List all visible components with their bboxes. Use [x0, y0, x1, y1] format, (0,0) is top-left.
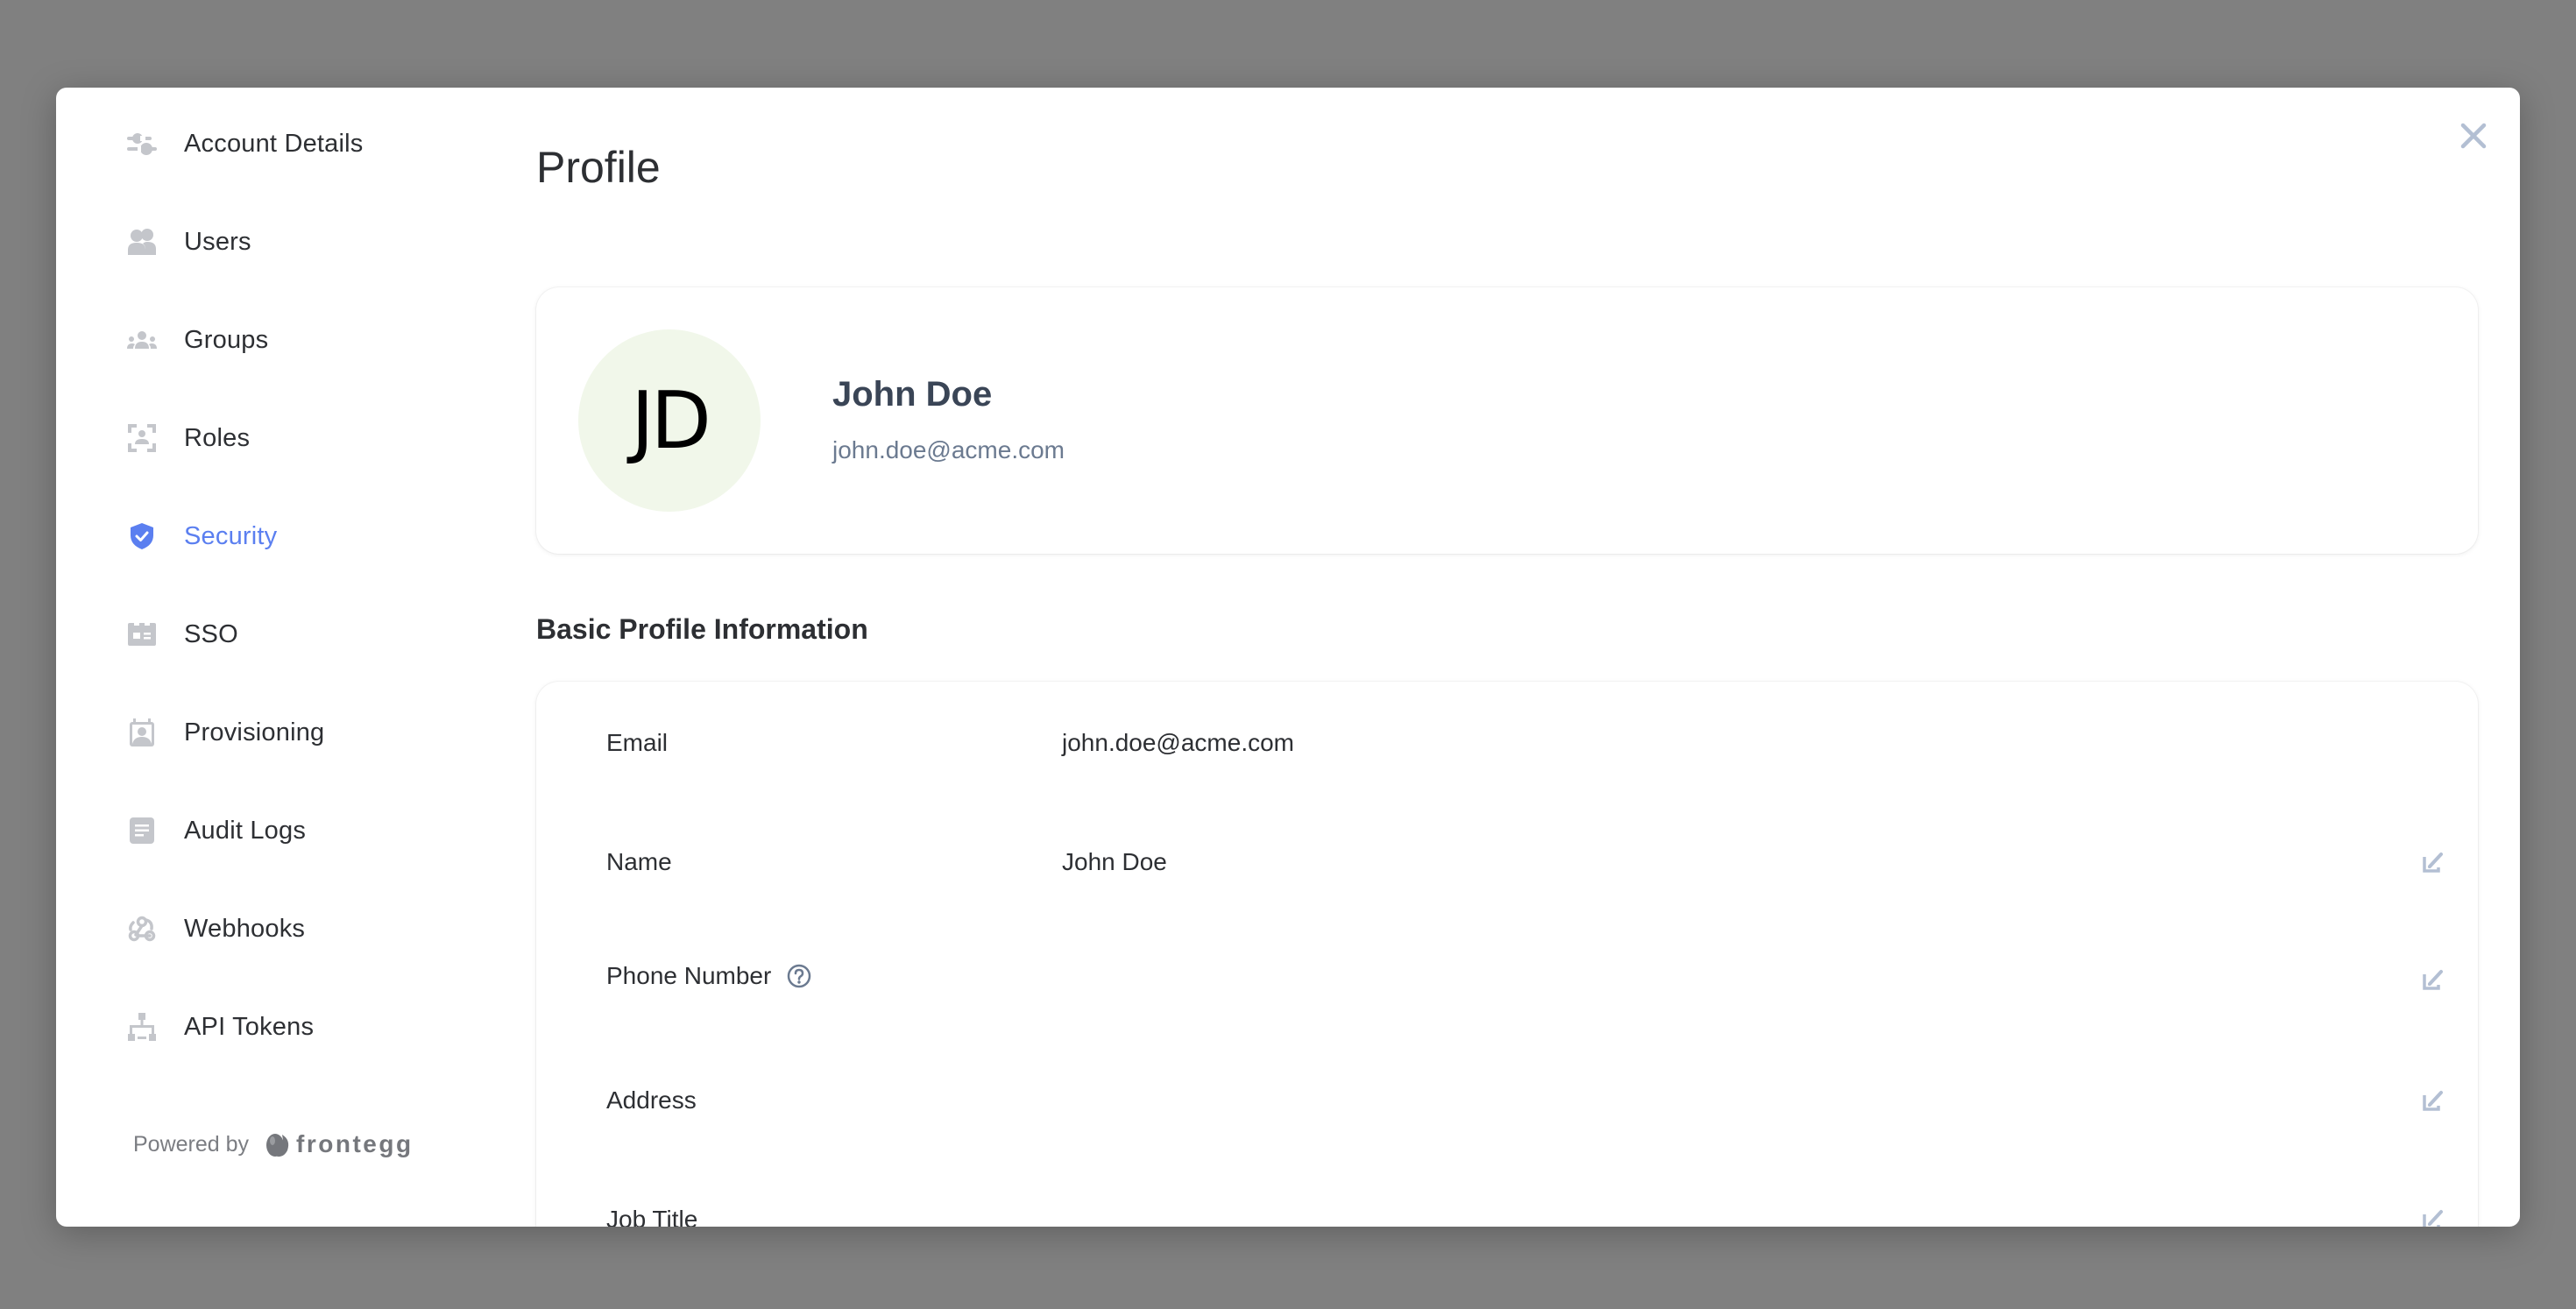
- sidebar-item-label: Users: [184, 227, 251, 256]
- profile-modal: Account Details Users Groups Roles Secur…: [56, 88, 2520, 1227]
- shield-check-icon: [126, 520, 158, 552]
- frontegg-egg-icon: [266, 1134, 289, 1157]
- provisioning-icon: [126, 717, 158, 748]
- edit-icon: [2423, 970, 2443, 990]
- sidebar-item-provisioning[interactable]: Provisioning: [126, 706, 324, 759]
- sidebar-item-groups[interactable]: Groups: [126, 314, 268, 366]
- sidebar-item-sso[interactable]: SSO: [126, 608, 238, 661]
- profile-name: John Doe: [832, 375, 993, 414]
- webhook-icon: [126, 913, 158, 945]
- section-title: Basic Profile Information: [536, 613, 868, 645]
- sidebar-item-label: Account Details: [184, 129, 364, 158]
- sidebar: Account Details Users Groups Roles Secur…: [56, 88, 512, 1227]
- edit-icon: [2423, 1091, 2443, 1111]
- frontegg-logo[interactable]: frontegg: [265, 1130, 414, 1158]
- field-label: Job Title: [606, 1206, 698, 1227]
- sidebar-item-roles[interactable]: Roles: [126, 412, 250, 464]
- sidebar-item-api-tokens[interactable]: API Tokens: [126, 1001, 314, 1053]
- field-row-name: Name John Doe: [536, 836, 2478, 888]
- field-label: Address: [606, 1086, 697, 1114]
- sidebar-item-label: Provisioning: [184, 718, 325, 746]
- sidebar-item-security[interactable]: Security: [126, 510, 277, 563]
- profile-card: JD John Doe john.doe@acme.com: [536, 287, 2478, 554]
- sidebar-item-label: Roles: [184, 423, 251, 452]
- users-icon: [126, 226, 158, 258]
- field-label: Email: [606, 729, 669, 756]
- sidebar-item-audit-logs[interactable]: Audit Logs: [126, 804, 306, 857]
- sidebar-item-account-details[interactable]: Account Details: [126, 117, 364, 170]
- sidebar-item-label: Groups: [184, 325, 269, 354]
- profile-email: john.doe@acme.com: [832, 436, 1065, 463]
- field-row-email: Email john.doe@acme.com: [536, 717, 2478, 769]
- sidebar-item-label: Audit Logs: [184, 816, 307, 845]
- close-icon: [2460, 123, 2487, 149]
- field-label-wrapper: Phone Number: [606, 962, 811, 990]
- sidebar-item-users[interactable]: Users: [126, 216, 251, 268]
- close-button[interactable]: [2455, 117, 2492, 154]
- document-icon: [126, 815, 158, 846]
- field-row-phone-number: Phone Number: [536, 950, 2478, 1002]
- field-row-job-title: Job Title: [536, 1193, 2478, 1227]
- brand-name: frontegg: [296, 1130, 414, 1157]
- edit-name-button[interactable]: [2420, 849, 2446, 875]
- sso-icon: [126, 619, 158, 650]
- basic-info-card: Email john.doe@acme.com Name John Doe Ph…: [536, 682, 2478, 1227]
- sidebar-item-label: API Tokens: [184, 1012, 315, 1041]
- edit-icon: [2423, 853, 2443, 873]
- field-label: Phone Number: [606, 962, 772, 989]
- sidebar-item-label: Webhooks: [184, 914, 306, 943]
- groups-icon: [126, 324, 158, 356]
- powered-by-label: Powered by: [133, 1131, 250, 1157]
- roles-icon: [126, 422, 158, 454]
- powered-by: Powered by frontegg: [133, 1130, 414, 1158]
- edit-icon: [2423, 1210, 2443, 1227]
- edit-address-button[interactable]: [2420, 1087, 2446, 1114]
- hierarchy-icon: [126, 1011, 158, 1043]
- sidebar-item-webhooks[interactable]: Webhooks: [126, 902, 305, 955]
- sliders-icon: [126, 128, 158, 159]
- help-icon[interactable]: [787, 964, 811, 988]
- field-value: John Doe: [1062, 848, 1167, 875]
- edit-job-title-button[interactable]: [2420, 1206, 2446, 1227]
- field-label: Name: [606, 848, 672, 875]
- field-row-address: Address: [536, 1074, 2478, 1127]
- field-value: john.doe@acme.com: [1062, 729, 1295, 756]
- avatar: JD: [578, 329, 761, 512]
- page-title: Profile: [536, 143, 661, 192]
- sidebar-item-label: SSO: [184, 619, 238, 648]
- sidebar-item-label: Security: [184, 521, 278, 550]
- edit-phone-number-button[interactable]: [2420, 966, 2446, 993]
